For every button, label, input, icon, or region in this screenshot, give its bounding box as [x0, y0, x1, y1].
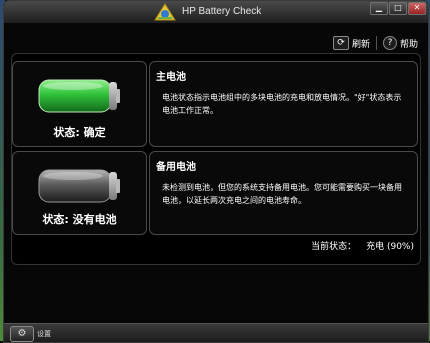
toolbar: ⟳ 刷新 ? 帮助	[332, 36, 418, 50]
status-bar: ⚙ 设置	[4, 323, 428, 342]
help-icon: ?	[382, 36, 397, 50]
backup-battery-description: 未检测到电池，但您的系统支持备用电池。您可能需要购买一块备用电池，以延长两次充电…	[162, 183, 402, 205]
current-state: 当前状态： 充电 (90%)	[311, 239, 414, 252]
help-button[interactable]: ? 帮助	[382, 36, 418, 50]
window-controls: ▁ □ ✕	[370, 2, 426, 15]
title-bar[interactable]: HP Battery Check ▁ □ ✕	[4, 1, 428, 23]
refresh-button[interactable]: ⟳ 刷新	[332, 36, 370, 50]
refresh-icon: ⟳	[332, 36, 349, 50]
refresh-label: 刷新	[351, 39, 370, 50]
minimize-button[interactable]: ▁	[370, 2, 388, 15]
backup-battery-info-card: 备用电池 未检测到电池，但您的系统支持备用电池。您可能需要购买一块备用电池，以延…	[149, 151, 418, 235]
main-battery-card: 状态: 确定	[12, 61, 147, 147]
help-label: 帮助	[399, 39, 418, 50]
hp-battery-logo-icon	[154, 3, 176, 21]
current-state-label: 当前状态：	[311, 242, 357, 252]
toolbar-divider	[375, 36, 377, 50]
maximize-button[interactable]: □	[389, 2, 407, 15]
settings-label: 设置	[37, 330, 51, 338]
main-battery-icon	[38, 79, 120, 113]
window-title: HP Battery Check	[182, 6, 262, 17]
backup-battery-card: 状态: 没有电池	[12, 151, 147, 235]
main-battery-title: 主电池	[156, 72, 186, 83]
settings-button[interactable]: ⚙	[10, 326, 34, 342]
main-battery-status: 状态: 确定	[53, 126, 106, 139]
main-battery-info-card: 主电池 电池状态指示电池组中的多块电池的充电和放电情况。"好"状态表示电池工作正…	[149, 61, 418, 147]
gear-icon: ⚙	[17, 328, 27, 339]
backup-battery-title: 备用电池	[156, 162, 196, 173]
main-battery-description: 电池状态指示电池组中的多块电池的充电和放电情况。"好"状态表示电池工作正常。	[162, 93, 402, 115]
app-window: HP Battery Check ▁ □ ✕ ⟳ 刷新 ? 帮助 状态: 确定 …	[3, 0, 429, 343]
backup-battery-status: 状态: 没有电池	[42, 213, 117, 226]
current-state-value: 充电 (90%)	[366, 242, 414, 252]
close-button[interactable]: ✕	[408, 2, 426, 15]
backup-battery-icon	[38, 169, 120, 203]
